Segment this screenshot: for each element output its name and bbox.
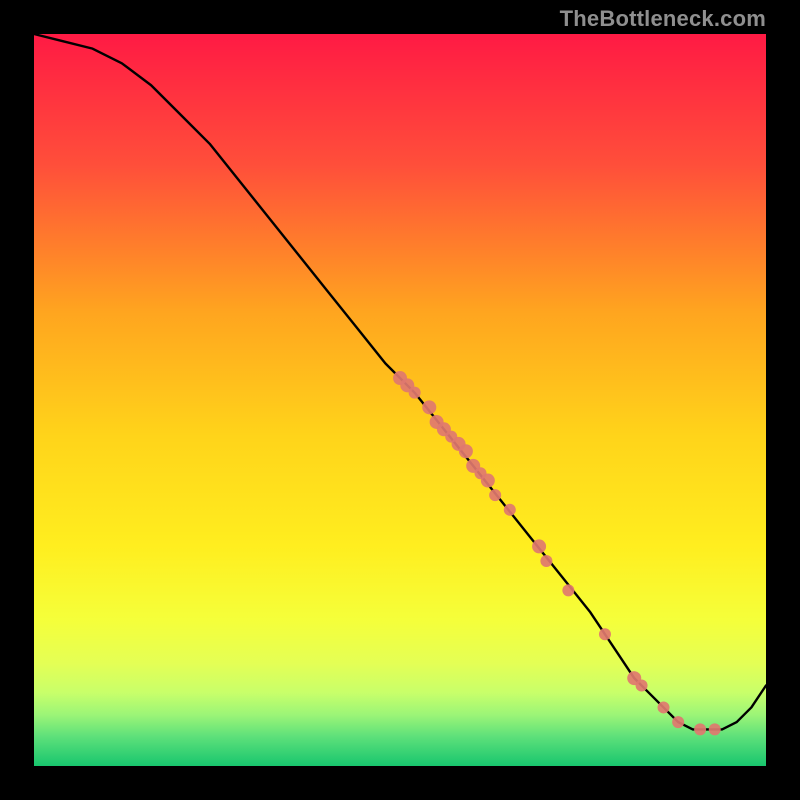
data-marker [459,444,473,458]
data-marker [636,679,648,691]
data-marker [672,716,684,728]
data-marker [694,723,706,735]
data-marker [562,584,574,596]
data-marker [504,504,516,516]
data-marker [658,701,670,713]
data-marker [422,400,436,414]
data-marker [599,628,611,640]
data-marker [540,555,552,567]
gradient-background [34,34,766,766]
data-marker [489,489,501,501]
data-marker [532,539,546,553]
data-marker [709,723,721,735]
data-marker [481,474,495,488]
chart-svg [34,34,766,766]
chart-frame: TheBottleneck.com [0,0,800,800]
watermark-label: TheBottleneck.com [560,6,766,32]
data-marker [409,387,421,399]
